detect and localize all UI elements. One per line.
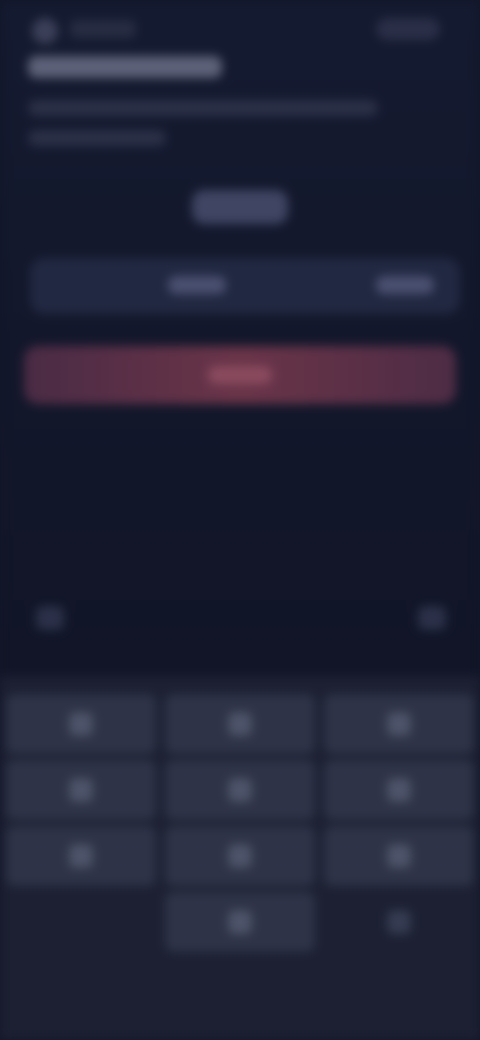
collapse-icon[interactable] (36, 606, 64, 630)
top-action-button[interactable] (376, 18, 440, 40)
keypad-key[interactable] (324, 760, 474, 820)
logo-icon (32, 18, 58, 44)
keypad-key[interactable] (165, 892, 315, 952)
range-max-value (376, 276, 434, 294)
backspace-icon[interactable] (324, 892, 474, 952)
keypad-key[interactable] (324, 826, 474, 886)
numeric-keypad (0, 676, 480, 1040)
amount-display (192, 190, 288, 224)
keypad-key[interactable] (6, 826, 156, 886)
keypad-header (0, 590, 480, 650)
page-title (28, 56, 222, 78)
description-line (28, 130, 166, 146)
app-screen (0, 0, 480, 1040)
keypad-blank-key (6, 892, 156, 952)
keypad-key[interactable] (6, 694, 156, 754)
top-bar (0, 0, 480, 56)
description-line (28, 100, 378, 116)
keypad-key[interactable] (6, 760, 156, 820)
range-row (30, 258, 460, 314)
range-min-value (168, 276, 226, 294)
app-name (70, 20, 136, 38)
keypad-key[interactable] (165, 694, 315, 754)
keypad-key[interactable] (165, 826, 315, 886)
keypad-key[interactable] (165, 760, 315, 820)
keypad-key[interactable] (324, 694, 474, 754)
check-icon[interactable] (418, 606, 446, 630)
primary-button[interactable] (24, 346, 456, 404)
primary-button-label (208, 366, 272, 384)
